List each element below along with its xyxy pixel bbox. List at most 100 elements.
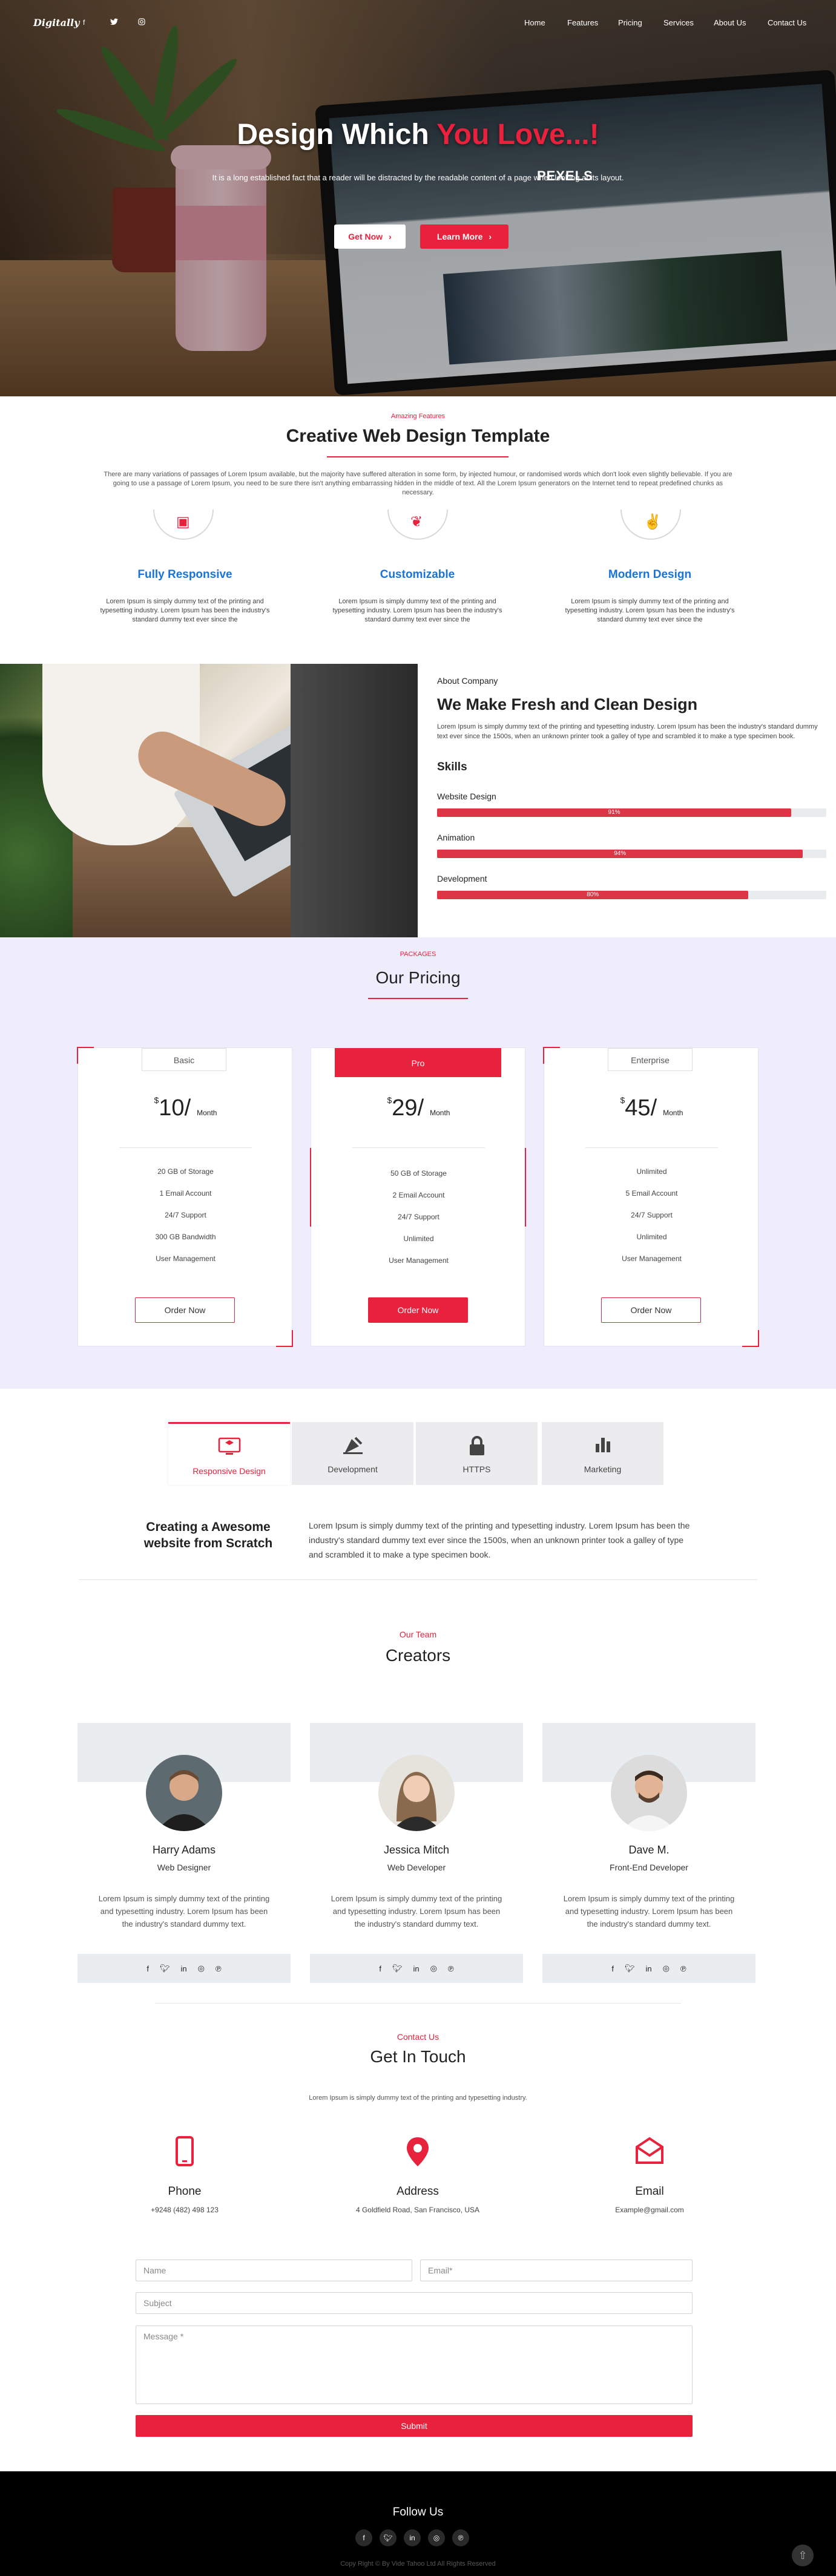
twitter-icon[interactable]: 🐦︎ [160,1964,170,1973]
scroll-to-top-button[interactable]: ⇧ [792,2545,814,2566]
instagram-icon[interactable]: ◎ [430,1964,437,1973]
instagram-icon[interactable]: ◎ [428,2529,445,2546]
bar-chart-icon [542,1435,663,1458]
skill-progress-fill: 91% [437,808,792,817]
pinterest-icon[interactable]: ℗ [216,1964,222,1973]
feature-description: Lorem Ipsum is simply dummy text of the … [100,598,270,623]
member-role: Web Developer [387,1863,446,1872]
feature-icon-circle: ▣ [153,510,214,540]
instagram-icon[interactable]: ◎ [663,1964,670,1973]
linkedin-icon[interactable]: in [646,1964,652,1973]
linkedin-icon[interactable]: in [404,2529,421,2546]
order-now-button[interactable]: Order Now [135,1297,235,1323]
learn-more-button[interactable]: Learn More › [420,224,509,249]
pricing-card-pro: Pro $29/Month 50 GB of Storage 2 Email A… [310,1047,526,1346]
name-input[interactable]: Name [136,2260,412,2281]
hero-subtitle: It is a long established fact that a rea… [212,173,624,182]
contact-email-value[interactable]: Example@gmail.com [559,2206,740,2214]
instagram-icon[interactable] [138,18,145,27]
plan-name: Pro [335,1048,501,1077]
hand-pointer-icon: ✌ [643,514,662,530]
facebook-icon[interactable]: f [379,1964,381,1973]
member-description: Lorem Ipsum is simply dummy text of the … [98,1894,270,1929]
subject-input[interactable]: Subject [136,2292,693,2314]
contact-address-value: 4 Goldfield Road, San Francisco, USA [355,2206,480,2214]
twitter-icon[interactable]: 🐦︎ [625,1964,635,1973]
chevron-right-icon: › [489,232,492,241]
feature-icon-circle: ✌ [620,510,681,540]
features-title: Creative Web Design Template [286,426,550,446]
tab-marketing[interactable]: Marketing [542,1422,663,1485]
tab-development[interactable]: Development [292,1422,413,1485]
twitter-icon[interactable]: 🐦︎ [392,1964,403,1973]
hero-title: Design Which You Love...! [0,118,836,151]
pinterest-icon[interactable]: ℗ [448,1964,454,1973]
plan-feature: 5 Email Account [625,1189,678,1198]
tab-content-title: Creating a Awesome website from Scratch [143,1520,273,1550]
mobile-icon: ▣ [176,514,190,530]
tab-label: Marketing [584,1464,622,1474]
skill-name: Website Design [437,791,496,801]
team-card: Jessica Mitch Web Developer Lorem Ipsum … [310,1723,523,1983]
skills-heading: Skills [437,761,467,773]
avatar [146,1755,222,1831]
skill-progress-fill: 94% [437,850,803,858]
handshake-icon: ❦ [410,514,423,530]
about-image [0,664,418,937]
twitter-icon[interactable] [110,18,118,27]
tab-responsive-design[interactable]: Responsive Design [168,1422,290,1485]
plan-feature: 1 Email Account [159,1189,212,1198]
monitor-icon [168,1437,290,1461]
tab-label: HTTPS [462,1464,491,1474]
email-input[interactable]: Email* [420,2260,693,2281]
nav-pricing[interactable]: Pricing [618,18,642,27]
lock-icon [416,1435,538,1461]
linkedin-icon[interactable]: in [413,1964,420,1973]
tab-label: Responsive Design [193,1466,266,1476]
plan-feature: Unlimited [636,1167,667,1176]
message-textarea[interactable]: Message * [136,2325,693,2404]
twitter-icon[interactable]: 🐦︎ [380,2529,397,2546]
team-card: Dave M. Front-End Developer Lorem Ipsum … [542,1723,755,1983]
order-now-button[interactable]: Order Now [368,1297,468,1323]
hero-overlay [0,0,836,396]
instagram-icon[interactable]: ◎ [198,1964,205,1973]
plan-feature: 24/7 Support [631,1211,673,1219]
facebook-icon[interactable]: f [611,1964,614,1973]
contact-intro: Lorem Ipsum is simply dummy text of the … [309,2094,527,2102]
linkedin-icon[interactable]: in [181,1964,187,1973]
member-social-bar: f 🐦︎ in ◎ ℗ [542,1954,755,1983]
pricing-card-basic: Basic $10/Month 20 GB of Storage 1 Email… [77,1047,293,1347]
facebook-icon[interactable]: f [146,1964,149,1973]
plan-price: $10/Month [154,1095,217,1121]
team-card: Harry Adams Web Designer Lorem Ipsum is … [77,1723,291,1983]
nav-features[interactable]: Features [567,18,598,27]
nav-home[interactable]: Home [524,18,545,27]
mobile-phone-icon [166,2136,203,2172]
plan-feature: User Management [389,1256,449,1265]
follow-us-heading: Follow Us [392,2506,444,2519]
site-logo[interactable]: Digitally [33,17,79,28]
get-now-button[interactable]: Get Now › [334,224,406,249]
order-now-button[interactable]: Order Now [601,1297,701,1323]
submit-button[interactable]: Submit [136,2415,693,2437]
tab-https[interactable]: HTTPS [416,1422,538,1485]
feature-title: Fully Responsive [137,568,232,581]
facebook-icon[interactable]: f [355,2529,372,2546]
about-eyebrow: About Company [437,676,498,686]
member-social-bar: f 🐦︎ in ◎ ℗ [310,1954,523,1983]
nav-services[interactable]: Services [663,18,694,27]
about-paragraph: Lorem Ipsum is simply dummy text of the … [437,723,818,740]
member-name: Harry Adams [152,1844,216,1856]
facebook-icon[interactable]: f [83,18,85,27]
skill-progress-track: 80% [437,891,826,899]
pinterest-icon[interactable]: ℗ [680,1964,686,1973]
nav-contact-us[interactable]: Contact Us [768,18,806,27]
get-now-label: Get Now [348,232,383,241]
skill-name: Animation [437,833,475,842]
pinterest-icon[interactable]: ℗ [452,2529,469,2546]
map-marker-icon [400,2136,436,2172]
nav-about-us[interactable]: About Us [714,18,746,27]
member-role: Web Designer [157,1863,211,1872]
contact-title: Get In Touch [370,2047,466,2066]
